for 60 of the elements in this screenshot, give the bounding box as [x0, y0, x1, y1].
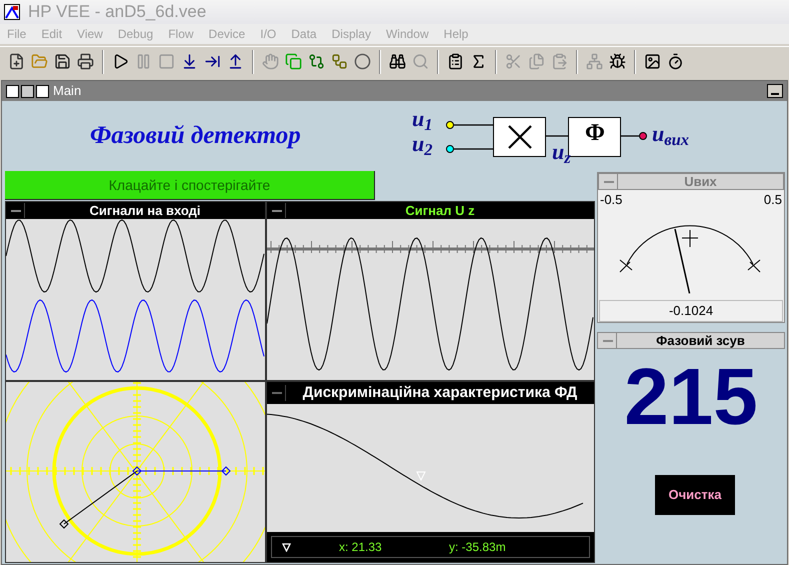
- panel-title: Фазовий зсув: [655, 334, 746, 347]
- panel-title: Дискримінаційна характеристика ФД: [302, 382, 578, 403]
- menu-item[interactable]: View: [77, 25, 103, 43]
- meter-reading: -0.1024: [599, 300, 783, 322]
- view-icon[interactable]: [6, 84, 19, 98]
- view-icon[interactable]: [21, 84, 34, 98]
- menu-item[interactable]: Display: [332, 25, 371, 43]
- timer-icon[interactable]: [667, 53, 684, 70]
- wire: [621, 135, 639, 137]
- print-icon[interactable]: [77, 53, 94, 70]
- menu-item[interactable]: Help: [444, 25, 468, 43]
- menu-item[interactable]: Window: [386, 25, 429, 43]
- new-file-icon[interactable]: [8, 53, 25, 70]
- bug-icon[interactable]: [609, 53, 626, 70]
- wire: [454, 148, 493, 150]
- app-icon: [4, 4, 20, 20]
- marker-icon: [282, 542, 291, 552]
- clear-button[interactable]: Очистка: [655, 475, 735, 515]
- phase-value: 215: [623, 357, 759, 437]
- step-over-icon[interactable]: [204, 53, 221, 70]
- main-title: Main: [53, 82, 82, 100]
- wire: [454, 124, 493, 126]
- input-terminal: [446, 121, 454, 129]
- start-button[interactable]: Клацайте і спостерігайте: [5, 171, 375, 200]
- product-label: u$_{z}$: [552, 141, 571, 163]
- output-terminal: [639, 132, 647, 140]
- filter-block: [568, 117, 621, 157]
- step-into-icon[interactable]: [181, 53, 198, 70]
- save-icon[interactable]: [54, 53, 71, 70]
- min-label: -0.5: [600, 191, 622, 209]
- multiplier-block: [493, 117, 546, 157]
- cursor-marker-icon: [416, 472, 426, 482]
- wire: [546, 135, 568, 137]
- filter-label: Φ: [584, 121, 606, 145]
- minimize-button[interactable]: [767, 84, 783, 98]
- menu-item[interactable]: Device: [208, 25, 246, 43]
- menu-item[interactable]: Edit: [41, 25, 62, 43]
- menu-item[interactable]: File: [7, 25, 26, 43]
- menu-item[interactable]: Data: [291, 25, 317, 43]
- input-label: u$_{1}$: [412, 108, 432, 130]
- panel-title: Uвих: [683, 175, 718, 188]
- menu-item[interactable]: Debug: [118, 25, 154, 43]
- menu-item[interactable]: I/O: [260, 25, 276, 43]
- menu-item[interactable]: Flow: [168, 25, 194, 43]
- window-title: HP VEE - anD5_6d.vee: [28, 1, 206, 24]
- input-label: u$_{2}$: [412, 133, 432, 155]
- input-terminal: [446, 145, 454, 153]
- multiply-icon: [507, 124, 533, 150]
- panel-title: Сигнали на вході: [88, 204, 202, 217]
- play-icon[interactable]: [112, 53, 129, 70]
- heading: Фазовий детектор: [90, 121, 302, 152]
- view-icon[interactable]: [36, 84, 49, 98]
- max-label: 0.5: [764, 191, 782, 209]
- panel-title: Сигнал U z: [404, 204, 476, 217]
- binoculars-icon[interactable]: [389, 53, 406, 70]
- connect-icon[interactable]: [308, 53, 325, 70]
- output-label: u$_{вих}$: [652, 123, 690, 145]
- x-readout: x: 21.33: [339, 539, 383, 556]
- step-out-icon[interactable]: [227, 53, 244, 70]
- y-readout: y: -35.83m: [449, 539, 506, 556]
